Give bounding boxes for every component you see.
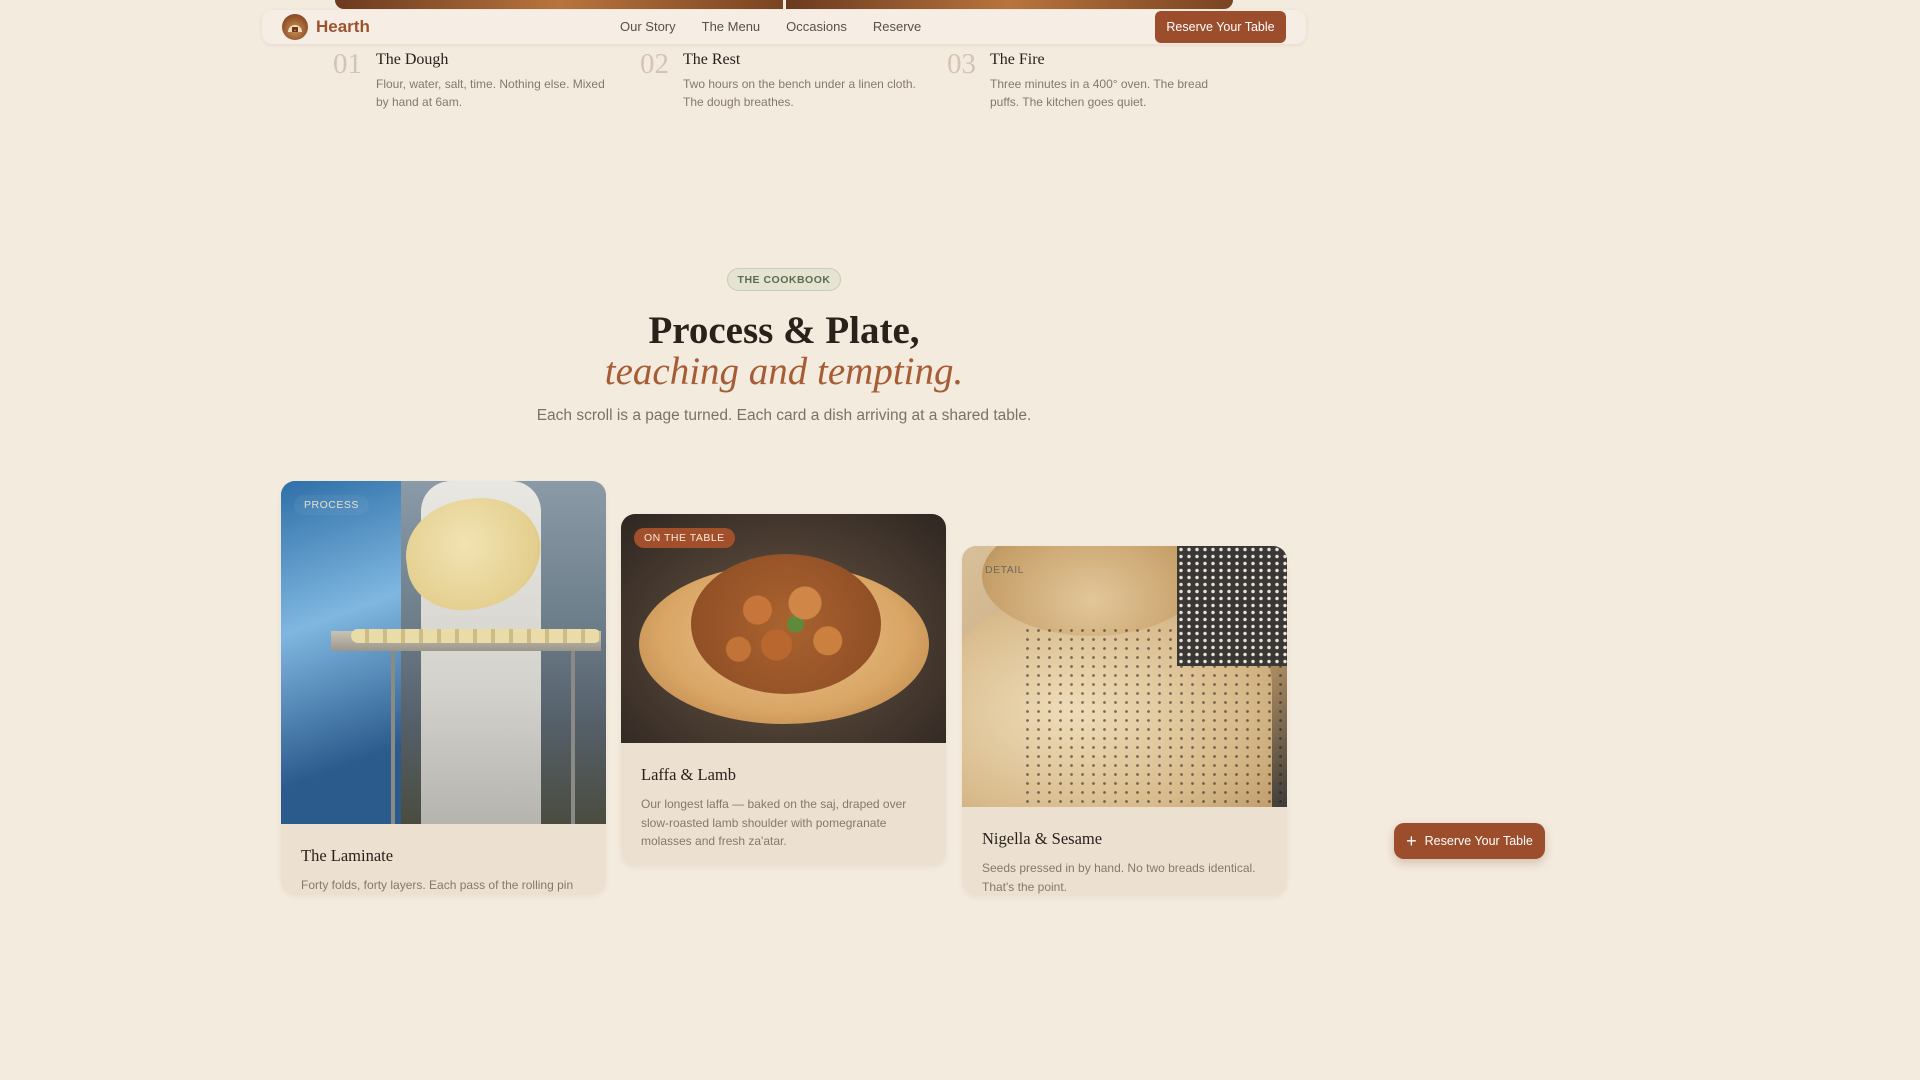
brand-name: Hearth (316, 17, 370, 36)
card-tag: DETAIL (985, 564, 1024, 576)
floating-reserve-label: Reserve Your Table (1424, 834, 1533, 848)
card-title: The Laminate (301, 846, 394, 865)
floating-reserve-button[interactable]: + Reserve Your Table (1394, 823, 1545, 859)
hearth-oven-logo-icon (282, 14, 308, 40)
nav-link-reserve[interactable]: Reserve (873, 19, 921, 34)
process-steps: 01 The Dough Flour, water, salt, time. N… (333, 48, 1254, 111)
section-subhead: Each scroll is a page turned. Each card … (536, 407, 1032, 424)
step-number: 01 (333, 48, 362, 80)
step-description: Flour, water, salt, time. Nothing else. … (376, 77, 605, 109)
step-item: 03 The Fire Three minutes in a 400° oven… (947, 48, 1254, 111)
card-description: Seeds pressed in by hand. No two breads … (982, 861, 1256, 894)
seeded-bread-image: DETAIL (962, 546, 1287, 807)
hero-image-right (785, 0, 1233, 9)
plus-icon: + (1406, 831, 1417, 851)
step-description: Two hours on the bench under a linen clo… (683, 77, 916, 109)
step-number: 02 (640, 48, 669, 80)
step-number: 03 (947, 48, 976, 80)
top-navbar: Hearth Our Story The Menu Occasions Rese… (262, 10, 1306, 44)
section-headline-italic: teaching and tempting. (604, 350, 964, 393)
dish-card-nigella-sesame[interactable]: DETAIL Nigella & Sesame Seeds pressed in… (962, 546, 1287, 896)
card-tag: PROCESS (294, 495, 369, 515)
card-title: Nigella & Sesame (982, 829, 1103, 848)
step-item: 01 The Dough Flour, water, salt, time. N… (333, 48, 640, 111)
step-title: The Rest (683, 51, 741, 68)
section-headline: Process & Plate, (648, 309, 920, 352)
card-description: Forty folds, forty layers. Each pass of … (301, 878, 574, 892)
dish-card-laminate[interactable]: PROCESS The Laminate Forty folds, forty … (281, 481, 606, 895)
section-badge: THE COOKBOOK (727, 268, 841, 291)
dish-card-laffa-lamb[interactable]: ON THE TABLE Laffa & Lamb Our longest la… (621, 514, 946, 866)
nav-link-our-story[interactable]: Our Story (620, 19, 676, 34)
nav-link-occasions[interactable]: Occasions (786, 19, 847, 34)
card-title: Laffa & Lamb (641, 765, 736, 784)
reserve-table-button[interactable]: Reserve Your Table (1155, 11, 1286, 43)
laffa-dish-image: ON THE TABLE (621, 514, 946, 743)
nav-links: Our Story The Menu Occasions Reserve (620, 19, 921, 34)
dough-stretching-image: PROCESS (281, 481, 606, 824)
nav-link-the-menu[interactable]: The Menu (702, 19, 761, 34)
card-tag: ON THE TABLE (634, 528, 735, 548)
card-description: Our longest laffa — baked on the saj, dr… (641, 797, 907, 848)
hero-image-left (335, 0, 783, 9)
step-item: 02 The Rest Two hours on the bench under… (640, 48, 947, 111)
brand[interactable]: Hearth (282, 14, 370, 40)
step-description: Three minutes in a 400° oven. The bread … (990, 77, 1209, 109)
hero-image-strip (335, 0, 1233, 9)
step-title: The Fire (990, 51, 1045, 68)
step-title: The Dough (376, 51, 449, 68)
